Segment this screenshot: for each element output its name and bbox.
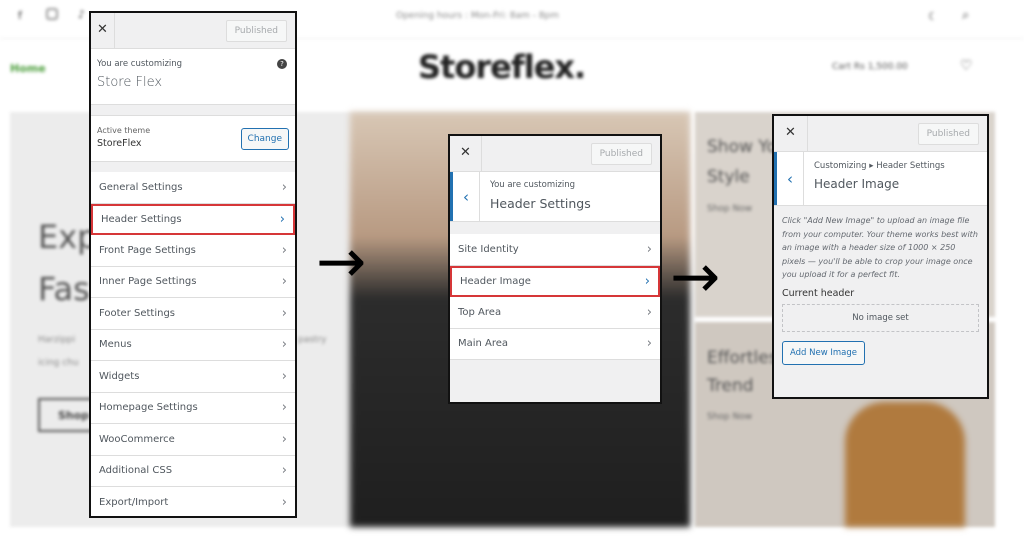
facebook-icon[interactable]: f	[18, 9, 22, 22]
menu-item-label: Inner Page Settings	[99, 276, 197, 288]
menu-item-label: Site Identity	[458, 243, 519, 255]
chevron-right-icon: ›	[281, 463, 287, 479]
chevron-right-icon: ›	[281, 242, 287, 258]
arrow-right-icon: →	[316, 227, 367, 297]
card2-link[interactable]: Shop Now	[707, 412, 752, 422]
chevron-right-icon: ›	[279, 211, 285, 227]
hero-body-3: pastry	[298, 335, 327, 345]
instagram-icon[interactable]	[46, 8, 58, 20]
menu-item-label: Menus	[99, 339, 132, 351]
moon-icon[interactable]: ☾	[928, 10, 938, 23]
chevron-right-icon: ›	[281, 337, 287, 353]
customizer-panel-header-settings: ✕ Published ‹ You are customizing Header…	[448, 134, 662, 404]
customizer-panel-main: ✕ Published You are customizing Store Fl…	[89, 11, 297, 518]
card1-link[interactable]: Shop Now	[707, 204, 752, 214]
menu-item-homepage-settings[interactable]: Homepage Settings ›	[91, 392, 295, 424]
menu-item-label: Top Area	[458, 306, 502, 318]
menu-item-label: Homepage Settings	[99, 402, 198, 414]
menu-item-export-import[interactable]: Export/Import ›	[91, 487, 295, 516]
tiktok-icon[interactable]: ♪	[78, 8, 85, 21]
opening-hours: Opening hours : Mon-Fri: 8am - 8pm	[396, 11, 559, 21]
hero-body-1: Harzippi	[38, 335, 76, 345]
back-button[interactable]: ‹	[774, 152, 804, 205]
customizing-label: You are customizing	[97, 59, 183, 69]
menu-item-top-area[interactable]: Top Area ›	[450, 297, 660, 329]
section-title: Header Image	[814, 177, 900, 191]
close-button[interactable]: ✕	[774, 116, 808, 151]
chevron-right-icon: ›	[281, 400, 287, 416]
cart-total[interactable]: Cart Rs 1,500.00	[832, 62, 908, 72]
menu-item-front-page-settings[interactable]: Front Page Settings ›	[91, 235, 295, 267]
chevron-right-icon: ›	[281, 305, 287, 321]
child-image	[845, 402, 965, 527]
customizer-panel-header-image: ✕ Published ‹ Customizing ▸ Header Setti…	[772, 114, 989, 399]
help-icon[interactable]: ?	[277, 59, 287, 69]
menu-item-widgets[interactable]: Widgets ›	[91, 361, 295, 393]
menu-item-label: Additional CSS	[99, 465, 173, 477]
chevron-right-icon: ›	[281, 274, 287, 290]
menu-item-label: Export/Import	[99, 496, 169, 508]
chevron-left-icon: ‹	[787, 169, 793, 188]
menu-item-main-area[interactable]: Main Area ›	[450, 328, 660, 360]
menu-item-label: WooCommerce	[99, 433, 175, 445]
menu-item-general-settings[interactable]: General Settings ›	[91, 172, 295, 204]
card1-title-2: Style	[707, 167, 750, 187]
chevron-left-icon: ‹	[463, 187, 469, 206]
menu-item-label: Header Settings	[101, 213, 182, 225]
chevron-right-icon: ›	[281, 179, 287, 195]
menu-item-footer-settings[interactable]: Footer Settings ›	[91, 298, 295, 330]
card2-title-2: Trend	[707, 376, 754, 396]
menu-item-menus[interactable]: Menus ›	[91, 329, 295, 361]
menu-item-additional-css[interactable]: Additional CSS ›	[91, 455, 295, 487]
menu-item-label: Front Page Settings	[99, 244, 196, 256]
chevron-right-icon: ›	[646, 336, 652, 352]
back-button[interactable]: ‹	[450, 172, 480, 221]
menu-item-site-identity[interactable]: Site Identity ›	[450, 234, 660, 266]
arrow-right-icon: →	[670, 242, 721, 312]
section-title: Header Settings	[490, 196, 591, 211]
breadcrumb: Customizing ▸ Header Settings	[814, 161, 945, 171]
description: Click "Add New Image" to upload an image…	[782, 216, 978, 279]
logo: Storeflex.	[418, 48, 586, 86]
chevron-right-icon: ›	[281, 494, 287, 510]
hero-title-2: Fas	[38, 270, 90, 308]
menu-item-header-settings[interactable]: Header Settings ›	[91, 203, 295, 235]
menu-item-inner-page-settings[interactable]: Inner Page Settings ›	[91, 266, 295, 298]
nav-home[interactable]: Home	[10, 62, 46, 75]
menu-item-label: Footer Settings	[99, 307, 176, 319]
menu-item-label: Widgets	[99, 370, 140, 382]
heart-icon[interactable]: ♡	[960, 58, 973, 74]
published-button[interactable]: Published	[590, 142, 652, 165]
add-new-image-button[interactable]: Add New Image	[782, 340, 866, 365]
chevron-right-icon: ›	[281, 368, 287, 384]
site-name: Store Flex	[97, 75, 163, 90]
chevron-right-icon: ›	[646, 241, 652, 257]
search-icon[interactable]: ⌕	[962, 8, 969, 23]
current-header-label: Current header	[782, 287, 855, 299]
close-button[interactable]: ✕	[450, 136, 482, 171]
published-button[interactable]: Published	[917, 122, 979, 145]
menu-item-label: Header Image	[460, 275, 531, 287]
menu-item-label: Main Area	[458, 338, 509, 350]
published-button[interactable]: Published	[225, 19, 287, 42]
customizing-label: You are customizing	[490, 180, 576, 190]
menu-item-woocommerce[interactable]: WooCommerce ›	[91, 424, 295, 456]
chevron-right-icon: ›	[644, 273, 650, 289]
menu-item-label: General Settings	[99, 181, 183, 193]
hero-body-2: icing chu	[38, 358, 79, 368]
image-placeholder: No image set	[782, 303, 979, 332]
close-button[interactable]: ✕	[91, 13, 115, 48]
card1-title-1: Show Yo	[707, 137, 777, 157]
chevron-right-icon: ›	[646, 304, 652, 320]
menu-item-header-image[interactable]: Header Image ›	[450, 265, 660, 297]
change-theme-button[interactable]: Change	[240, 128, 289, 150]
chevron-right-icon: ›	[281, 431, 287, 447]
